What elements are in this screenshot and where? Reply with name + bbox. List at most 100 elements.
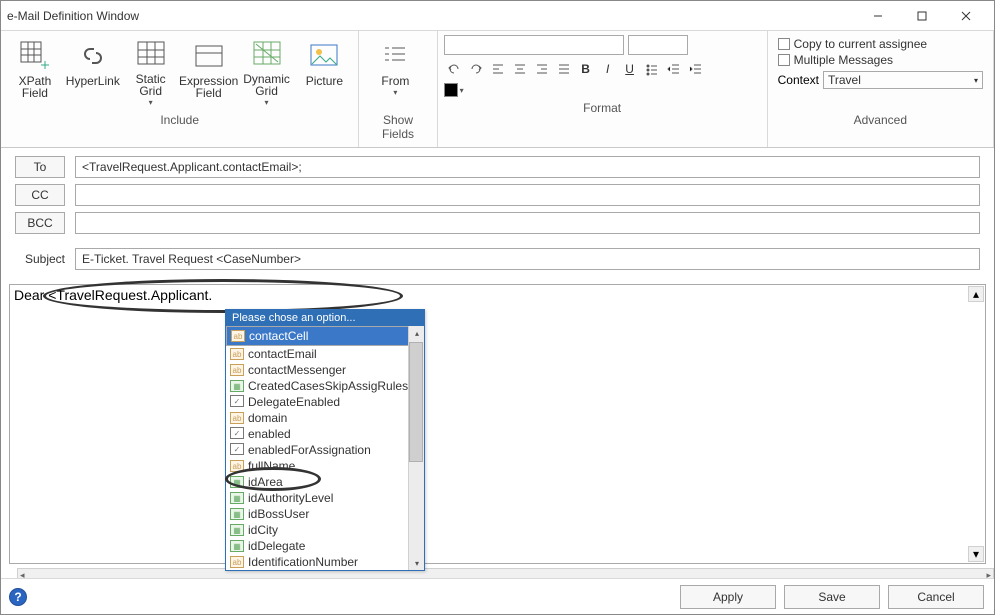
cc-button[interactable]: CC: [15, 184, 65, 206]
subject-label: Subject: [15, 252, 65, 266]
popup-item[interactable]: ✓enabled: [226, 426, 424, 442]
popup-header: Please chose an option...: [226, 310, 424, 326]
dialog-buttons: Apply Save Cancel: [1, 578, 994, 614]
context-label: Context: [778, 73, 819, 87]
minimize-button[interactable]: [856, 2, 900, 30]
font-color-swatch[interactable]: [444, 83, 458, 97]
popup-list[interactable]: abcontactCellabcontactEmailabcontactMess…: [226, 326, 424, 570]
popup-item-label: IdentificationNumber: [248, 555, 358, 569]
font-family-select[interactable]: [444, 35, 624, 55]
to-input[interactable]: <TravelRequest.Applicant.contactEmail>;: [75, 156, 980, 178]
text-field-icon: ab: [231, 330, 245, 342]
popup-item-label: contactCell: [249, 329, 308, 343]
popup-item-label: enabledForAssignation: [248, 443, 371, 457]
to-button[interactable]: To: [15, 156, 65, 178]
popup-item[interactable]: ▦CreatedCasesSkipAssigRules: [226, 378, 424, 394]
chevron-down-icon: ▾: [265, 97, 269, 109]
popup-item-label: DelegateEnabled: [248, 395, 340, 409]
align-right-icon[interactable]: [532, 59, 552, 79]
entity-field-icon: ▦: [230, 476, 244, 488]
chevron-down-icon: ▾: [393, 87, 397, 99]
cc-input[interactable]: [75, 184, 980, 206]
title-bar: e-Mail Definition Window: [1, 1, 994, 31]
scroll-down-icon[interactable]: ▾: [410, 556, 424, 570]
body-editor[interactable]: Dear <TravelRequest.Applicant. ▴ ▾: [9, 284, 986, 564]
entity-field-icon: ▦: [230, 492, 244, 504]
popup-item[interactable]: ✓ enabledForAssignation: [226, 442, 424, 458]
align-center-icon[interactable]: [510, 59, 530, 79]
help-icon[interactable]: ?: [9, 588, 27, 606]
email-fields: To <TravelRequest.Applicant.contactEmail…: [1, 148, 994, 280]
checkbox-icon: [778, 54, 790, 66]
popup-item[interactable]: abfullName: [226, 458, 424, 474]
entity-field-icon: ▦: [230, 508, 244, 520]
align-left-icon[interactable]: [488, 59, 508, 79]
bcc-button[interactable]: BCC: [15, 212, 65, 234]
subject-input[interactable]: E-Ticket. Travel Request <CaseNumber>: [75, 248, 980, 270]
list-icon: [378, 39, 412, 73]
group-label-include: Include: [7, 109, 352, 133]
scroll-down-button[interactable]: ▾: [968, 546, 984, 562]
popup-item-label: idArea: [248, 475, 283, 489]
xpath-field-button[interactable]: XPath Field: [7, 35, 63, 109]
close-button[interactable]: [944, 2, 988, 30]
italic-icon[interactable]: I: [598, 59, 618, 79]
scroll-up-button[interactable]: ▴: [968, 286, 984, 302]
from-button[interactable]: From ▾: [365, 35, 425, 109]
save-button[interactable]: Save: [784, 585, 880, 609]
dynamic-grid-button[interactable]: Dynamic Grid ▾: [239, 35, 295, 109]
popup-item[interactable]: ▦idCity: [226, 522, 424, 538]
apply-button[interactable]: Apply: [680, 585, 776, 609]
popup-item[interactable]: abIdentificationNumber: [226, 554, 424, 570]
font-size-select[interactable]: [628, 35, 688, 55]
context-select[interactable]: Travel ▾: [823, 71, 983, 89]
popup-item[interactable]: ab contactCell: [226, 326, 424, 346]
multiple-messages-checkbox[interactable]: Multiple Messages: [778, 53, 983, 67]
popup-item[interactable]: ▦ idArea: [226, 474, 424, 490]
popup-item[interactable]: ▦idAuthorityLevel: [226, 490, 424, 506]
entity-field-icon: ▦: [230, 540, 244, 552]
underline-icon[interactable]: U: [620, 59, 640, 79]
popup-item-label: domain: [248, 411, 287, 425]
maximize-button[interactable]: [900, 2, 944, 30]
align-justify-icon[interactable]: [554, 59, 574, 79]
bold-icon[interactable]: B: [576, 59, 596, 79]
text-field-icon: ab: [230, 348, 244, 360]
chevron-down-icon: ▾: [974, 76, 978, 85]
body-text: Dear <TravelRequest.Applicant.: [10, 285, 985, 305]
popup-item-label: contactMessenger: [248, 363, 346, 377]
undo-icon[interactable]: [444, 59, 464, 79]
ribbon-group-advanced: Copy to current assignee Multiple Messag…: [768, 31, 994, 147]
hyperlink-button[interactable]: HyperLink: [65, 35, 121, 109]
popup-item[interactable]: ab domain: [226, 410, 424, 426]
redo-icon[interactable]: [466, 59, 486, 79]
popup-item[interactable]: ▦idDelegate: [226, 538, 424, 554]
boolean-field-icon: ✓: [230, 443, 244, 455]
outdent-icon[interactable]: [664, 59, 684, 79]
bcc-input[interactable]: [75, 212, 980, 234]
popup-item[interactable]: ✓DelegateEnabled: [226, 394, 424, 410]
group-label-format: Format: [444, 97, 761, 121]
scroll-up-icon[interactable]: ▴: [410, 326, 424, 340]
ribbon-group-showfields: From ▾ Show Fields: [359, 31, 437, 147]
popup-item-label: enabled: [248, 427, 291, 441]
expression-field-button[interactable]: Expression Field: [181, 35, 237, 109]
bullet-list-icon[interactable]: [642, 59, 662, 79]
picture-button[interactable]: Picture: [297, 35, 353, 109]
popup-item[interactable]: ▦ idBossUser: [226, 506, 424, 522]
static-grid-button[interactable]: Static Grid ▾: [123, 35, 179, 109]
expression-icon: [192, 39, 226, 73]
popup-item-label: idBossUser: [248, 507, 309, 521]
indent-icon[interactable]: [686, 59, 706, 79]
chevron-down-icon: ▾: [149, 97, 153, 109]
popup-item[interactable]: abcontactEmail: [226, 346, 424, 362]
scroll-thumb[interactable]: [409, 342, 423, 462]
copy-assignee-checkbox[interactable]: Copy to current assignee: [778, 37, 983, 51]
text-field-icon: ab: [230, 412, 244, 424]
window-title: e-Mail Definition Window: [7, 9, 856, 23]
cancel-button[interactable]: Cancel: [888, 585, 984, 609]
font-color-dropdown[interactable]: ▾: [460, 86, 468, 95]
picture-icon: [307, 39, 341, 73]
popup-item[interactable]: abcontactMessenger: [226, 362, 424, 378]
popup-scrollbar[interactable]: ▴ ▾: [408, 326, 424, 570]
